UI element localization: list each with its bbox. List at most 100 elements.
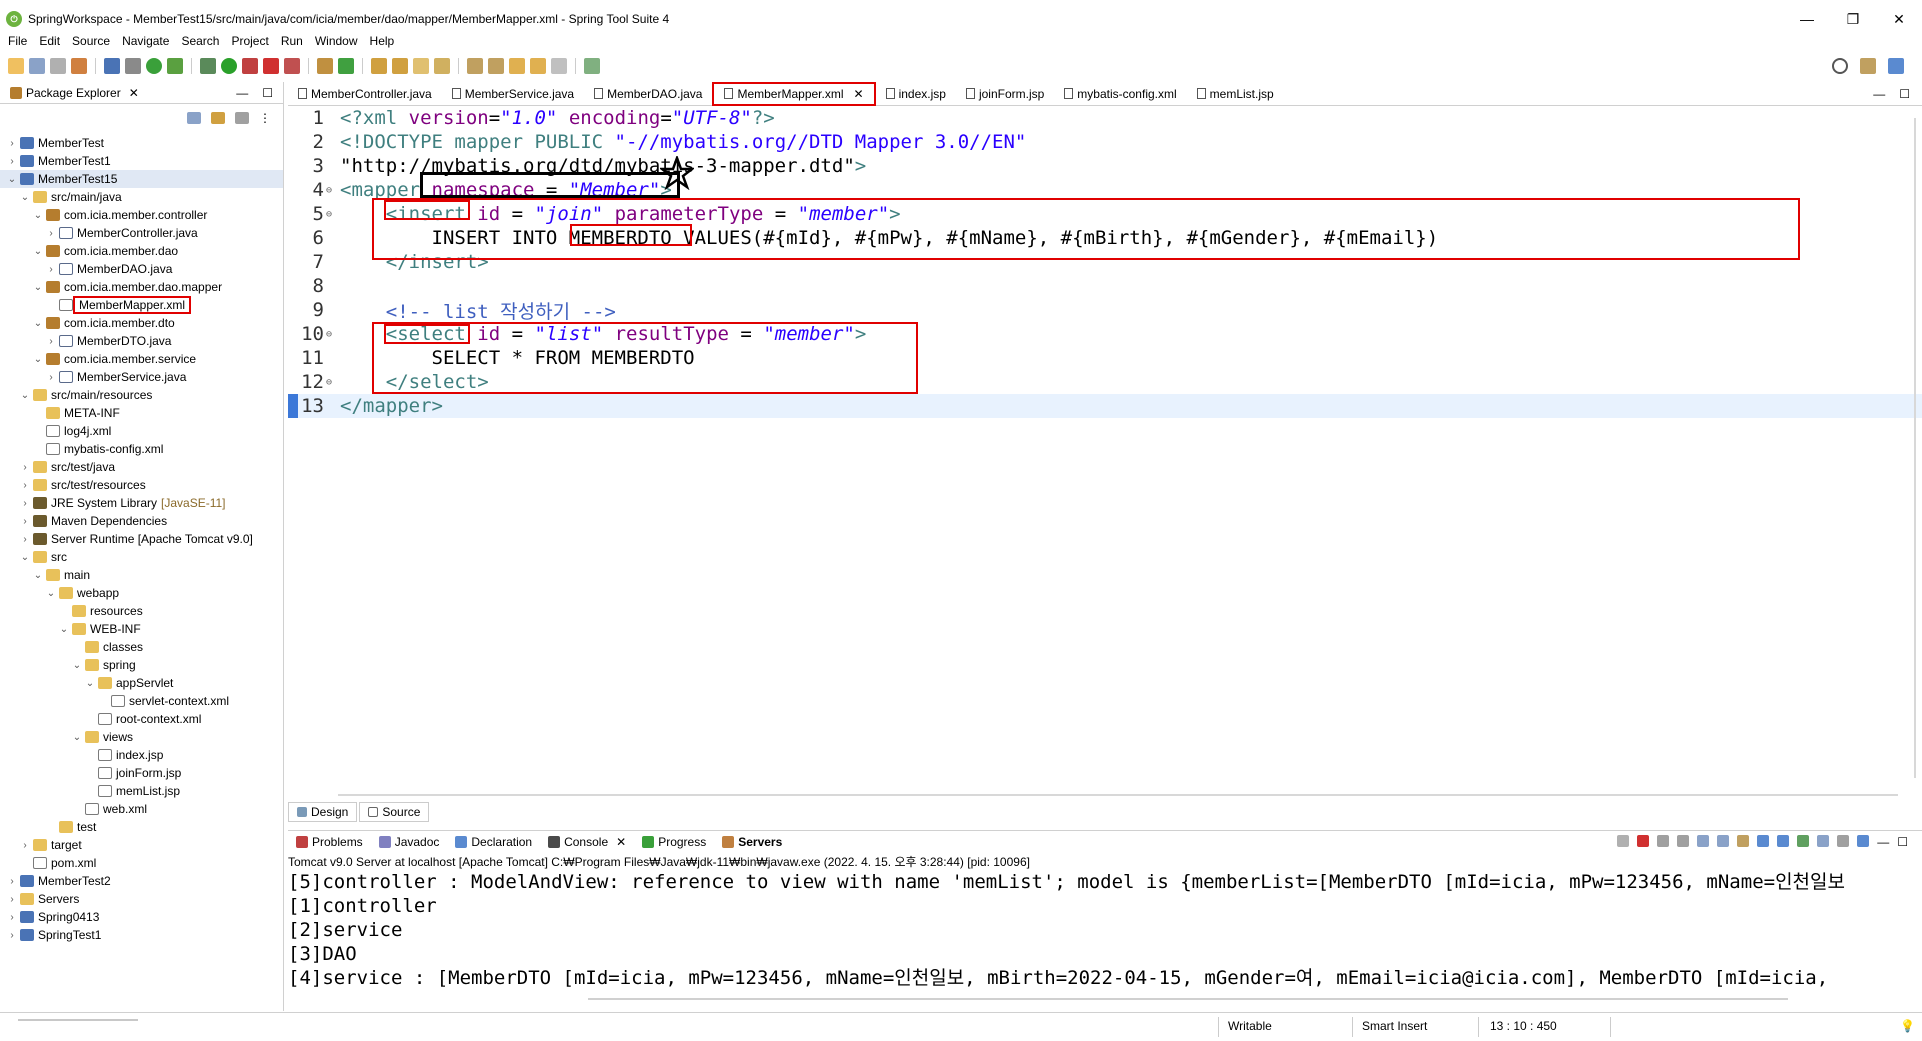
expand-toggle-icon[interactable]: ⌄ [6, 174, 18, 185]
editor-tab[interactable]: index.jsp [876, 82, 956, 106]
filters-icon[interactable] [235, 112, 249, 124]
expand-toggle-icon[interactable]: ⌄ [19, 192, 31, 203]
stop-icon[interactable] [263, 58, 279, 74]
expand-toggle-icon[interactable]: › [19, 516, 31, 527]
tree-item[interactable]: ⌄ com.icia.member.dto [0, 314, 283, 332]
tree-item[interactable]: ⌄ com.icia.member.dao.mapper [0, 278, 283, 296]
tree-item[interactable]: web.xml [0, 800, 283, 818]
tree-item[interactable]: › MemberController.java [0, 224, 283, 242]
console-tab-progress[interactable]: Progress [634, 835, 714, 849]
expand-toggle-icon[interactable]: › [6, 876, 18, 887]
tree-item[interactable]: root-context.xml [0, 710, 283, 728]
tree-item[interactable]: ⌄ com.icia.member.dao [0, 242, 283, 260]
tree-item[interactable]: › JRE System Library [JavaSE-11] [0, 494, 283, 512]
expand-toggle-icon[interactable]: ⌄ [19, 390, 31, 401]
console-tab-problems[interactable]: Problems [288, 835, 371, 849]
expand-toggle-icon[interactable]: ⌄ [71, 660, 83, 671]
expand-toggle-icon[interactable]: ⌄ [32, 210, 44, 221]
run-icon[interactable] [221, 58, 237, 74]
editor-tab[interactable]: memList.jsp [1187, 82, 1284, 106]
maximize-view-icon[interactable]: ☐ [262, 86, 273, 100]
remove-launch-icon[interactable] [1657, 834, 1670, 847]
word-wrap-icon[interactable] [1737, 834, 1750, 847]
minimize-console-icon[interactable]: — [1877, 835, 1889, 849]
tree-item[interactable]: memList.jsp [0, 782, 283, 800]
expand-toggle-icon[interactable]: ⌄ [71, 732, 83, 743]
vertical-scrollbar[interactable] [1908, 108, 1922, 788]
editor-tab[interactable]: MemberService.java [442, 82, 584, 106]
remove-all-icon[interactable] [1677, 834, 1690, 847]
open-console-icon[interactable] [1837, 834, 1850, 847]
menu-navigate[interactable]: Navigate [122, 34, 169, 48]
editor-tab[interactable]: MemberDAO.java [584, 82, 712, 106]
tree-item[interactable]: log4j.xml [0, 422, 283, 440]
tree-item[interactable]: MemberMapper.xml [0, 296, 283, 314]
tree-item[interactable]: ⌄ src/main/resources [0, 386, 283, 404]
tree-item[interactable]: servlet-context.xml [0, 692, 283, 710]
last-edit-icon[interactable] [509, 58, 525, 74]
expand-toggle-icon[interactable]: › [19, 498, 31, 509]
tree-item[interactable]: test [0, 818, 283, 836]
expand-toggle-icon[interactable]: ⌄ [32, 282, 44, 293]
editor-tab[interactable]: mybatis-config.xml [1054, 82, 1186, 106]
menu-source[interactable]: Source [72, 34, 110, 48]
new-icon[interactable] [8, 58, 24, 74]
expand-toggle-icon[interactable]: › [6, 156, 18, 167]
expand-toggle-icon[interactable]: › [6, 138, 18, 149]
tree-item[interactable]: resources [0, 602, 283, 620]
run-config-icon[interactable] [242, 58, 258, 74]
tree-item[interactable]: ⌄ spring [0, 656, 283, 674]
java-perspective-icon[interactable] [1888, 58, 1904, 74]
tree-item[interactable]: ⌄ views [0, 728, 283, 746]
tree-item[interactable]: › MemberTest2 [0, 872, 283, 890]
package-explorer-tab[interactable]: Package Explorer ✕ — ☐ [0, 82, 283, 104]
collapse-all-icon[interactable] [187, 112, 201, 124]
close-tab-icon[interactable]: ✕ [854, 87, 864, 101]
tree-item[interactable]: › MemberService.java [0, 368, 283, 386]
expand-toggle-icon[interactable]: ⌄ [32, 570, 44, 581]
minimize-view-icon[interactable]: — [236, 86, 248, 100]
console-tab-declaration[interactable]: Declaration [447, 835, 540, 849]
tree-item[interactable]: joinForm.jsp [0, 764, 283, 782]
menu-help[interactable]: Help [370, 34, 395, 48]
expand-toggle-icon[interactable]: ⌄ [32, 318, 44, 329]
expand-toggle-icon[interactable]: › [45, 264, 57, 275]
console-output[interactable]: [5]controller : ModelAndView: reference … [288, 870, 1908, 990]
code-editor[interactable]: 1 <?xml version="1.0" encoding="UTF-8"?>… [288, 106, 1922, 794]
expand-toggle-icon[interactable]: ⌄ [58, 624, 70, 635]
debug-icon[interactable] [200, 58, 216, 74]
tree-item[interactable]: › Spring0413 [0, 908, 283, 926]
clear-console-icon[interactable] [1697, 834, 1710, 847]
editor-tab[interactable]: joinForm.jsp [956, 82, 1054, 106]
expand-toggle-icon[interactable]: › [45, 228, 57, 239]
new-java-package-icon[interactable] [317, 58, 333, 74]
menu-project[interactable]: Project [231, 34, 268, 48]
tree-item[interactable]: ⌄ MemberTest15 [0, 170, 283, 188]
expand-toggle-icon[interactable]: › [19, 480, 31, 491]
menu-window[interactable]: Window [315, 34, 358, 48]
console-settings-icon[interactable] [1857, 834, 1870, 847]
pin-console-icon[interactable] [1797, 834, 1810, 847]
tree-item[interactable]: mybatis-config.xml [0, 440, 283, 458]
open-task-icon[interactable] [392, 58, 408, 74]
horizontal-scrollbar[interactable] [288, 788, 1922, 802]
boot-dashboard-icon[interactable] [146, 58, 162, 74]
external-tools-icon[interactable] [284, 58, 300, 74]
expand-toggle-icon[interactable]: › [19, 462, 31, 473]
next-annotation-icon[interactable] [467, 58, 483, 74]
search-tool-icon[interactable] [413, 58, 429, 74]
expand-toggle-icon[interactable]: › [19, 840, 31, 851]
tree-item[interactable]: ⌄ main [0, 566, 283, 584]
tip-icon[interactable]: 💡 [1900, 1019, 1915, 1033]
tree-item[interactable]: ⌄ WEB-INF [0, 620, 283, 638]
reload-icon[interactable] [1617, 834, 1630, 847]
show-stderr-icon[interactable] [1777, 834, 1790, 847]
tree-item[interactable]: › MemberTest1 [0, 152, 283, 170]
forward-icon[interactable] [551, 58, 567, 74]
tree-item[interactable]: › Server Runtime [Apache Tomcat v9.0] [0, 530, 283, 548]
open-perspective-icon[interactable] [1860, 58, 1876, 74]
spring-icon[interactable] [167, 58, 183, 74]
menu-edit[interactable]: Edit [39, 34, 60, 48]
display-console-icon[interactable] [1817, 834, 1830, 847]
maximize-editor-icon[interactable]: ☐ [1899, 87, 1910, 101]
